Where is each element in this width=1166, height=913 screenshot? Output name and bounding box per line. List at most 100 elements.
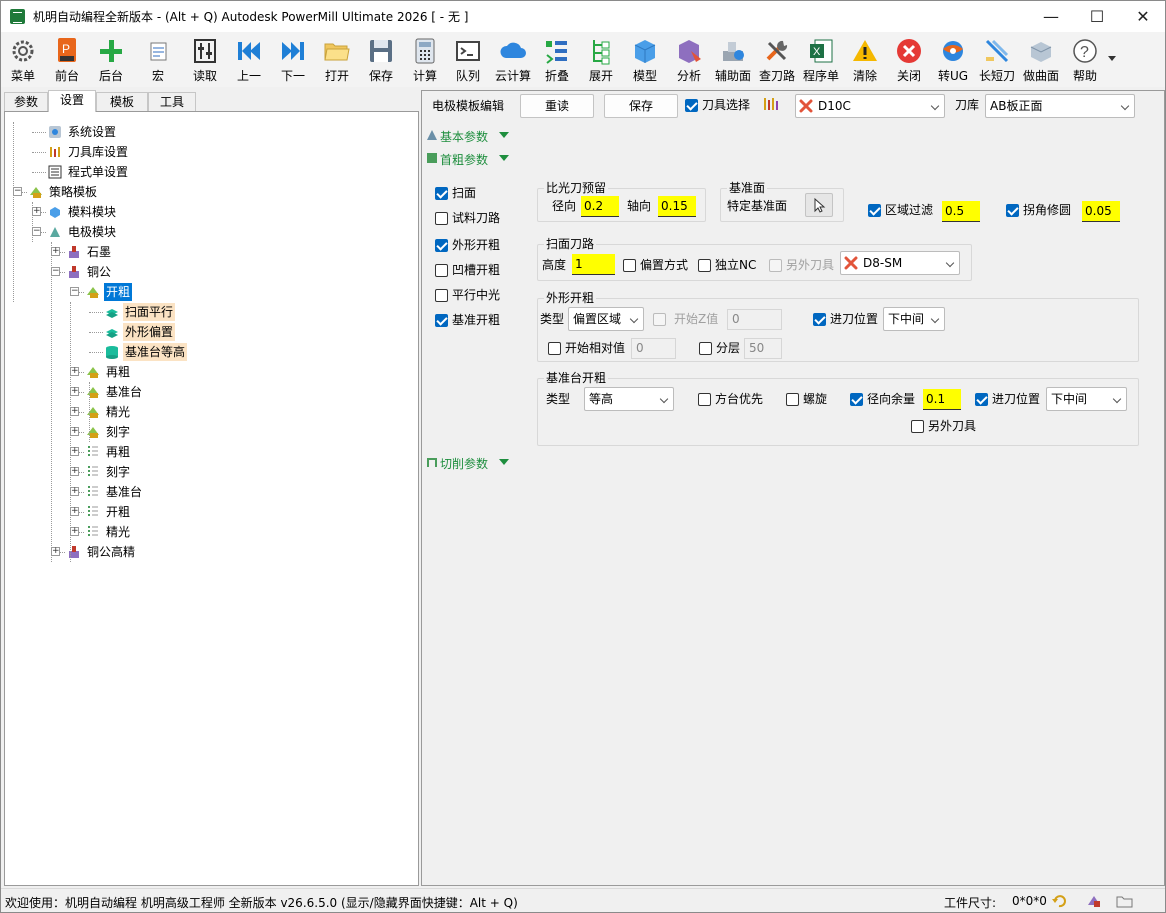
tree-node[interactable]: + 铜公高精 [5,542,415,562]
tree-expander-icon[interactable]: + [70,527,79,536]
datum-entry-checkbox[interactable] [975,393,988,406]
toolbar-button-surface[interactable]: 做曲面 [1021,34,1061,86]
tool-dropdown[interactable]: D10C [795,94,945,118]
toolbar-button-excel[interactable]: X 程序单 [801,34,841,86]
pick-datum-button[interactable] [805,193,833,217]
tab-tools[interactable]: 工具 [148,92,196,112]
toolbar-button-close-circle[interactable]: 关闭 [889,34,929,86]
layer-input[interactable]: 50 [744,338,782,359]
toolbar-button-collapse[interactable]: 折叠 [537,34,577,86]
tree-node[interactable]: 程式单设置 [5,162,415,182]
trial-path-checkbox[interactable] [435,212,448,225]
offset-mode-checkbox[interactable] [623,259,636,272]
tree-expander-icon[interactable]: − [32,227,41,236]
radial-margin-input[interactable]: 0.1 [923,389,961,410]
tree-node[interactable]: 扫面平行 [5,302,415,322]
corner-fix-checkbox[interactable] [1006,204,1019,217]
tree-node[interactable]: − 铜公 [5,262,415,282]
start-z-input[interactable]: 0 [727,309,782,330]
height-input[interactable]: 1 [572,254,615,275]
tree-node[interactable]: 系统设置 [5,122,415,142]
chevron-down-icon[interactable] [499,132,509,138]
parallel-finish-checkbox[interactable] [435,289,448,302]
section-first-rough[interactable]: 首粗参数 [440,151,488,168]
tree-node[interactable]: 刀具库设置 [5,142,415,162]
tree-expander-icon[interactable]: + [32,207,41,216]
tree-expander-icon[interactable]: − [70,287,79,296]
relative-start-input[interactable]: 0 [631,338,676,359]
toolbar-button-macro[interactable]: 宏 [138,34,178,86]
groove-rough-checkbox[interactable] [435,264,448,277]
radial-margin-checkbox[interactable] [850,393,863,406]
square-first-checkbox[interactable] [698,393,711,406]
section-basic-params[interactable]: 基本参数 [440,128,488,145]
spiral-checkbox[interactable] [786,393,799,406]
tree-expander-icon[interactable]: + [70,447,79,456]
tree-node[interactable]: − 策略模板 [5,182,415,202]
tree-node[interactable]: + 刻字 [5,462,415,482]
library-dropdown[interactable]: AB板正面 [985,94,1135,118]
maximize-button[interactable]: ☐ [1074,1,1120,32]
outline-entry-dropdown[interactable]: 下中间 [883,307,945,331]
other-tool-checkbox[interactable] [769,259,782,272]
tree-expander-icon[interactable]: + [70,507,79,516]
outline-entry-checkbox[interactable] [813,313,826,326]
tree-expander-icon[interactable]: + [70,487,79,496]
region-filter-checkbox[interactable] [868,204,881,217]
tree-node[interactable]: + 再粗 [5,362,415,382]
toolbar-button-cloud[interactable]: 云计算 [493,34,533,86]
outline-rough-checkbox[interactable] [435,239,448,252]
start-z-checkbox[interactable] [653,313,666,326]
toolbar-button-calculator[interactable]: 计算 [405,34,445,86]
toolbar-button-folder[interactable]: 打开 [317,34,357,86]
toolbar-button-tools[interactable]: 查刀路 [757,34,797,86]
toolbar-button-plus[interactable]: 后台 [91,34,131,86]
toolbar-button-cube[interactable]: 模型 [625,34,665,86]
tree-expander-icon[interactable]: − [13,187,22,196]
toolbar-overflow-chevron-icon[interactable] [1108,56,1116,61]
minimize-button[interactable]: — [1028,1,1074,32]
region-filter-input[interactable]: 0.5 [942,201,980,222]
tree-node[interactable]: − 电极模块 [5,222,415,242]
close-window-button[interactable]: ✕ [1120,1,1166,32]
tree-expander-icon[interactable]: + [70,367,79,376]
undo-icon[interactable] [1051,893,1067,909]
toolbar-button-powermill[interactable]: P 前台 [47,34,87,86]
reload-button[interactable]: 重读 [520,94,594,118]
standalone-nc-checkbox[interactable] [698,259,711,272]
tree-node[interactable]: + 基准台 [5,382,415,402]
tree-node[interactable]: − 开粗 [5,282,415,302]
outline-type-dropdown[interactable]: 偏置区域 [568,307,644,331]
view-cube-icon[interactable] [1085,893,1103,909]
corner-fix-input[interactable]: 0.05 [1082,201,1120,222]
tab-templates[interactable]: 模板 [96,92,148,112]
datum-other-tool-checkbox[interactable] [911,420,924,433]
toolbar-button-analysis[interactable]: 分析 [669,34,709,86]
tree-expander-icon[interactable]: + [70,427,79,436]
relative-start-checkbox[interactable] [548,342,561,355]
radial-allowance-input[interactable]: 0.2 [581,196,619,217]
toolbar-button-next[interactable]: 下一 [273,34,313,86]
tree-expander-icon[interactable]: + [70,407,79,416]
datum-rough-checkbox[interactable] [435,314,448,327]
tree-node[interactable]: + 精光 [5,402,415,422]
face-checkbox[interactable] [435,187,448,200]
tree-node[interactable]: + 开粗 [5,502,415,522]
toolbar-button-help[interactable]: ? 帮助 [1065,34,1105,86]
toolbar-button-warning[interactable]: 清除 [845,34,885,86]
toolbar-button-tool-length[interactable]: 长短刀 [977,34,1017,86]
tree-node[interactable]: + 模料模块 [5,202,415,222]
tab-settings[interactable]: 设置 [48,90,96,112]
tree-node[interactable]: + 石墨 [5,242,415,262]
toolbar-button-gear[interactable]: 菜单 [3,34,43,86]
toolbar-button-ug[interactable]: 转UG [933,34,973,86]
section-cutting-params[interactable]: 切削参数 [440,455,488,472]
tree-node[interactable]: 外形偏置 [5,322,415,342]
layer-checkbox[interactable] [699,342,712,355]
tree-node[interactable]: + 刻字 [5,422,415,442]
toolbar-button-floppy[interactable]: 保存 [361,34,401,86]
toolbar-button-previous[interactable]: 上一 [229,34,269,86]
tree-node[interactable]: 基准台等高 [5,342,415,362]
tree-node[interactable]: + 再粗 [5,442,415,462]
tree-expander-icon[interactable]: + [51,547,60,556]
